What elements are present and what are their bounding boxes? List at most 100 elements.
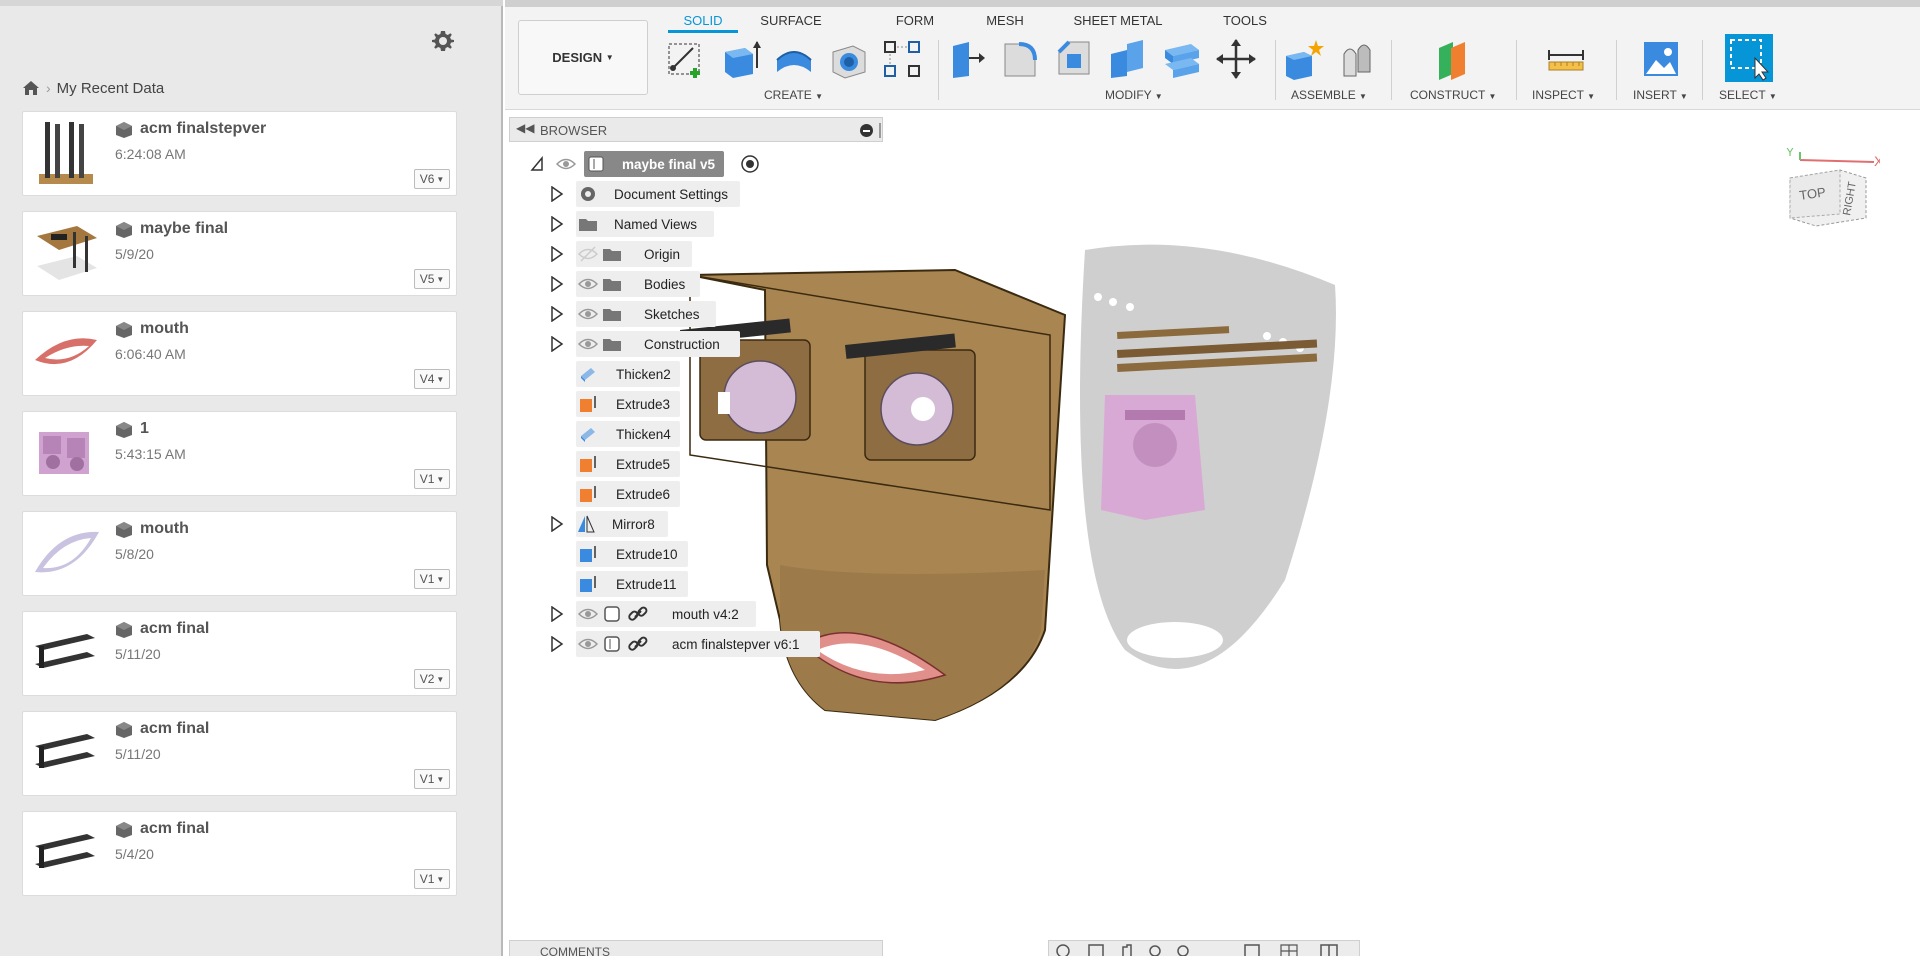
browser-item-chip[interactable]: Origin [576,241,692,267]
version-dropdown[interactable]: V1 ▼ [414,569,450,589]
browser-component[interactable]: mouth v4:2 [548,601,768,627]
joint-icon[interactable] [1336,38,1378,80]
pan-icon[interactable] [1122,944,1132,956]
browser-item[interactable]: Named Views [548,211,848,237]
breadcrumb-label[interactable]: My Recent Data [57,80,165,97]
version-dropdown[interactable]: V1 ▼ [414,869,450,889]
home-icon[interactable] [22,80,40,96]
grid-icon[interactable] [1280,944,1298,956]
version-dropdown[interactable]: V5 ▼ [414,269,450,289]
eye-hidden-icon[interactable] [578,244,598,264]
browser-grip-handle[interactable] [879,123,881,138]
browser-item[interactable]: Document Settings [548,181,848,207]
insert-menu[interactable]: INSERT ▼ [1633,88,1688,102]
look-at-icon[interactable] [1088,944,1104,956]
eye-icon[interactable] [578,634,598,654]
browser-feature[interactable]: Thicken2 [576,361,686,387]
activate-radio-icon[interactable] [740,154,760,174]
browser-item-chip[interactable]: Document Settings [576,181,740,207]
inspect-menu[interactable]: INSPECT ▼ [1532,88,1595,102]
eye-icon[interactable] [578,304,598,324]
expand-triangle-icon[interactable] [550,336,564,352]
select-icon[interactable] [1725,34,1773,82]
create-sketch-icon[interactable] [665,38,707,80]
browser-item[interactable]: Construction [548,331,848,357]
tab-form[interactable]: FORM [890,11,940,33]
browser-feature[interactable]: Extrude11 [576,571,696,597]
browser-root-row[interactable]: maybe final v5 [528,151,788,177]
move-copy-icon[interactable] [1215,38,1257,80]
viewcube[interactable]: X Y TOP RIGHT [1780,148,1880,236]
version-dropdown[interactable]: V1 ▼ [414,769,450,789]
browser-item[interactable]: Sketches [548,301,848,327]
insert-canvas-icon[interactable] [1640,38,1682,80]
browser-feature[interactable]: Extrude6 [576,481,686,507]
expand-triangle-icon[interactable] [550,216,564,232]
revolve-icon[interactable] [773,38,815,80]
version-dropdown[interactable]: V2 ▼ [414,669,450,689]
collapse-browser-icon[interactable]: ◀◀ [516,121,534,135]
file-card[interactable]: mouth 5/8/20 V1 ▼ [22,511,457,596]
file-card[interactable]: 1 5:43:15 AM V1 ▼ [22,411,457,496]
workspace-dropdown[interactable]: DESIGN ▼ [518,20,648,95]
file-card[interactable]: acm final 5/4/20 V1 ▼ [22,811,457,896]
tab-mesh[interactable]: MESH [980,11,1030,33]
expand-triangle-icon[interactable] [550,306,564,322]
expand-triangle-icon[interactable] [550,186,564,202]
expand-triangle-icon[interactable] [550,276,564,292]
file-card[interactable]: acm final 5/11/20 V1 ▼ [22,711,457,796]
hole-icon[interactable] [827,38,869,80]
fit-icon[interactable] [1177,945,1189,956]
create-menu[interactable]: CREATE ▼ [764,88,823,102]
browser-feature[interactable]: Extrude3 [576,391,686,417]
nav-toolbar-icons[interactable] [1049,941,1361,956]
browser-feature[interactable]: Mirror8 [548,511,688,537]
version-dropdown[interactable]: V4 ▼ [414,369,450,389]
file-card[interactable]: acm final 5/11/20 V2 ▼ [22,611,457,696]
browser-item[interactable]: Bodies [548,271,848,297]
fillet-icon[interactable] [999,38,1041,80]
root-component-chip[interactable]: maybe final v5 [584,151,724,177]
file-card[interactable]: mouth 6:06:40 AM V4 ▼ [22,311,457,396]
tab-surface[interactable]: SURFACE [752,11,830,33]
select-menu[interactable]: SELECT ▼ [1719,88,1777,102]
eye-icon[interactable] [578,274,598,294]
browser-component[interactable]: acm finalstepver v6:1 [548,631,828,657]
chamfer-icon[interactable] [1053,38,1095,80]
expand-triangle-icon[interactable] [550,606,564,622]
orbit-icon[interactable] [1056,944,1070,956]
zoom-icon[interactable] [1149,945,1161,956]
pattern-icon[interactable] [881,38,923,80]
assemble-menu[interactable]: ASSEMBLE ▼ [1291,88,1367,102]
tab-tools[interactable]: TOOLS [1215,11,1275,33]
comments-panel-header[interactable]: COMMENTS [509,940,883,956]
shell-icon[interactable] [1107,38,1149,80]
browser-item-chip[interactable]: Construction [576,331,740,357]
offset-plane-icon[interactable] [1431,38,1473,80]
browser-feature[interactable]: Thicken4 [576,421,686,447]
gear-icon[interactable] [431,29,455,53]
viewports-icon[interactable] [1320,944,1338,956]
browser-feature[interactable]: Extrude5 [576,451,686,477]
measure-icon[interactable] [1545,38,1587,80]
modify-menu[interactable]: MODIFY ▼ [1105,88,1163,102]
new-component-icon[interactable] [1282,38,1324,80]
browser-item-chip[interactable]: Sketches [576,301,716,327]
eye-icon[interactable] [578,604,598,624]
browser-feature[interactable]: Extrude10 [576,541,696,567]
extrude-icon[interactable] [719,38,761,80]
browser-item[interactable]: Origin [548,241,848,267]
expand-triangle-icon[interactable] [550,516,564,532]
eye-icon[interactable] [556,154,576,174]
display-settings-icon[interactable] [1244,944,1260,956]
version-dropdown[interactable]: V1 ▼ [414,469,450,489]
browser-item-chip[interactable]: Bodies [576,271,700,297]
expand-triangle-icon[interactable] [550,246,564,262]
browser-item-chip[interactable]: Named Views [576,211,714,237]
file-card[interactable]: acm finalstepver 6:24:08 AM V6 ▼ [22,111,457,196]
expand-triangle-icon[interactable] [550,636,564,652]
press-pull-icon[interactable] [945,38,987,80]
minimize-browser-icon[interactable] [860,124,873,137]
file-card[interactable]: maybe final 5/9/20 V5 ▼ [22,211,457,296]
collapse-triangle-icon[interactable] [530,156,544,172]
